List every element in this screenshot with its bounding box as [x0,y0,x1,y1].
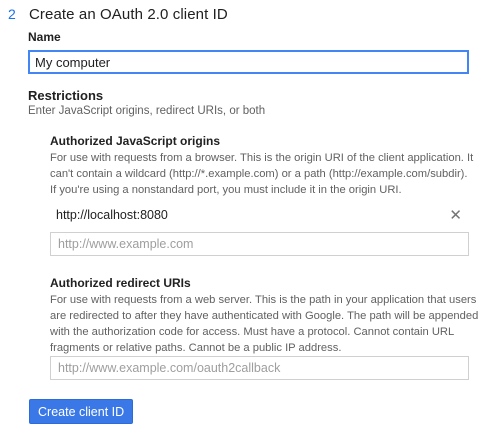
redirect-uris-description-line: are redirected to after they have authen… [50,310,479,322]
js-origins-description-line: For use with requests from a browser. Th… [50,152,474,164]
js-origin-input[interactable] [50,232,469,256]
restrictions-subtitle: Enter JavaScript origins, redirect URIs,… [28,105,266,117]
redirect-uris-title: Authorized redirect URIs [50,276,191,290]
restrictions-title: Restrictions [28,88,104,103]
redirect-uris-description: For use with requests from a web server.… [50,292,480,356]
step-number: 2 [8,6,16,22]
js-origin-value: http://localhost:8080 [56,208,168,222]
js-origin-entry: http://localhost:8080 ✕ [48,203,470,227]
redirect-uris-description-line: For use with requests from a web server.… [50,294,477,306]
js-origins-title: Authorized JavaScript origins [50,134,221,148]
js-origins-description-line: If you're using a nonstandard port, you … [50,184,402,196]
js-origins-description-line: can't contain a wildcard (http://*.examp… [50,168,468,180]
redirect-uris-description-line: fragments or relative paths. Cannot be a… [50,342,342,354]
name-input[interactable] [28,50,469,74]
close-icon[interactable]: ✕ [449,208,462,223]
redirect-uri-input[interactable] [50,356,469,380]
name-label: Name [28,30,61,44]
step-title: Create an OAuth 2.0 client ID [29,6,228,23]
create-client-id-button[interactable]: Create client ID [29,399,134,424]
step-header: 2 Create an OAuth 2.0 client ID [8,6,228,23]
redirect-uris-description-line: with the authorization code for access. … [50,326,455,338]
js-origins-description: For use with requests from a browser. Th… [50,150,480,198]
